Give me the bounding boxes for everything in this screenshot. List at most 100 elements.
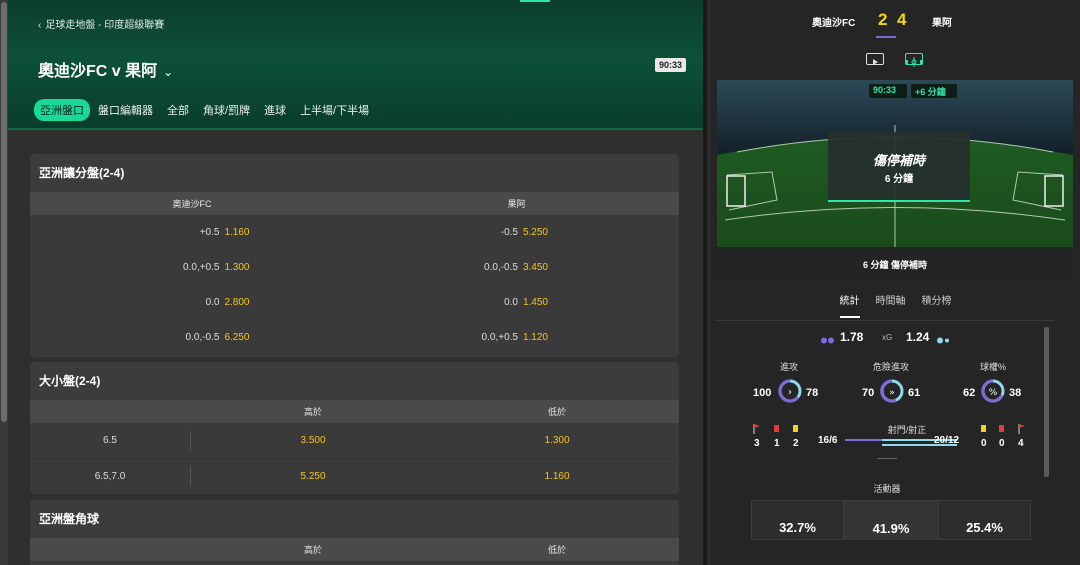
- corner-flag-icon: [753, 424, 760, 434]
- away-color-dots-icon: [937, 333, 951, 344]
- tab-asian-lines[interactable]: 亞洲盤口: [34, 99, 90, 121]
- match-tracker-panel: 奧迪沙FC 2 4 果阿 90:33 +6 分鐘 傷停補時 6 分鐘 6 分鐘 …: [703, 0, 1080, 565]
- breadcrumb-text: 足球走地盤 - 印度超級聯賽: [45, 20, 165, 31]
- xg-away: 1.24: [906, 330, 930, 344]
- column-under: 低於: [547, 407, 566, 417]
- market-asian-corners: 亞洲盤角球 高於 低於: [30, 500, 679, 565]
- yellow-card-icon: [981, 425, 986, 432]
- shots-home: 16/6: [818, 435, 838, 446]
- odds-over[interactable]: 5.250: [191, 471, 435, 482]
- home-team-name: 奧迪沙FC: [812, 18, 856, 29]
- market-column-headers: 高於 低於: [30, 538, 679, 561]
- left-scrollbar[interactable]: [0, 0, 8, 565]
- home-color-dots-icon: [821, 333, 835, 344]
- scoreboard: 奧迪沙FC 2 4 果阿: [707, 0, 1080, 40]
- handicap-line: 0.0,+0.5: [183, 262, 220, 273]
- tab-goals[interactable]: 進球: [258, 99, 292, 121]
- chevron-down-icon: ⌄: [163, 65, 174, 79]
- selection-home[interactable]: 0.0,-0.5 6.250: [30, 332, 355, 343]
- home-red-cards: 1: [774, 438, 780, 449]
- event-card-title: 傷停補時: [872, 153, 925, 168]
- table-row: +0.5 1.160 -0.5 5.250: [30, 215, 679, 250]
- red-card-icon: [774, 425, 779, 432]
- activity-away-zone: 25.4%: [938, 500, 1031, 540]
- odds-value: 1.160: [224, 227, 250, 238]
- activity-zones: 32.7% 41.9% 25.4%: [751, 500, 1031, 540]
- total-line: 6.5: [103, 435, 117, 446]
- table-row: 6.5 3.500 1.300: [30, 423, 679, 458]
- selection-home[interactable]: 0.0,+0.5 1.300: [30, 262, 355, 273]
- stats-tabs: 統計 時間軸 積分榜: [707, 292, 1080, 318]
- svg-text:›: ›: [788, 387, 792, 398]
- danger-away: 61: [908, 387, 921, 399]
- odds-value: 1.300: [224, 262, 250, 273]
- tab-timeline[interactable]: 時間軸: [876, 292, 906, 318]
- odds-over[interactable]: 3.500: [191, 435, 435, 446]
- home-score: 2: [878, 10, 888, 29]
- market-title[interactable]: 亞洲盤角球: [30, 500, 679, 538]
- handicap-line: 0.0,-0.5: [484, 262, 518, 273]
- top-accent-bar: [520, 0, 550, 2]
- handicap-line: 0.0,+0.5: [481, 332, 518, 343]
- red-card-icon: [999, 425, 1004, 432]
- breadcrumb[interactable]: ‹ 足球走地盤 - 印度超級聯賽: [38, 16, 164, 31]
- stats-divider: [714, 320, 1054, 321]
- tab-bet-builder[interactable]: 盤口編輯器: [92, 99, 159, 121]
- odds-value: 5.250: [522, 227, 548, 238]
- shots-away: 20/12: [934, 435, 960, 446]
- attacks-ring-chart: ›: [778, 379, 802, 403]
- odds-value: 6.250: [224, 332, 250, 343]
- handicap-line: +0.5: [199, 227, 220, 238]
- handicap-line: 0.0,-0.5: [185, 332, 220, 343]
- away-corners: 4: [1018, 438, 1024, 449]
- selection-home[interactable]: 0.0 2.800: [30, 297, 355, 308]
- left-scrollbar-thumb[interactable]: [1, 2, 7, 422]
- handicap-line: 0.0: [504, 297, 518, 308]
- market-column-headers: 奧迪沙FC 果阿: [30, 192, 679, 215]
- market-title[interactable]: 大小盤(2-4): [30, 362, 679, 400]
- tab-standings[interactable]: 積分榜: [922, 292, 952, 318]
- event-card-subtitle: 6 分鐘: [884, 174, 914, 185]
- table-row: 0.0,+0.5 1.300 0.0,-0.5 3.450: [30, 250, 679, 285]
- market-title[interactable]: 亞洲讓分盤(2-4): [30, 154, 679, 192]
- table-row: 6.5,7.0 5.250 1.160: [30, 458, 679, 493]
- odds-value: 2.800: [224, 297, 250, 308]
- activity-middle-zone: 41.9%: [844, 500, 938, 540]
- selection-home[interactable]: +0.5 1.160: [30, 227, 355, 238]
- tab-stats[interactable]: 統計: [839, 292, 860, 318]
- score-underline: [876, 36, 896, 38]
- home-yellow-cards: 2: [793, 438, 799, 449]
- away-score: 4: [897, 10, 907, 29]
- attacks-home: 100: [753, 387, 772, 399]
- odds-value: 1.120: [522, 332, 548, 343]
- danger-home: 70: [862, 387, 875, 399]
- attacks-label: 進攻: [779, 362, 798, 372]
- match-clock: 90:33: [655, 58, 687, 72]
- away-yellow-cards: 0: [981, 438, 987, 449]
- market-tabs: 亞洲盤口 盤口編輯器 全部 角球/罰牌 進球 上半場/下半場: [34, 99, 377, 121]
- selection-away[interactable]: 0.0,+0.5 1.120: [355, 332, 680, 343]
- chevron-left-icon: ‹: [38, 20, 42, 31]
- dangerous-attacks-label: 危險進攻: [872, 362, 909, 372]
- match-title-text: 奧迪沙FC v 果阿: [38, 63, 158, 80]
- tracker-scroll-track[interactable]: [707, 0, 711, 565]
- odds-under[interactable]: 1.300: [435, 435, 679, 446]
- xg-label: xG: [882, 333, 893, 342]
- table-row: 0.0,-0.5 6.250 0.0,+0.5 1.120: [30, 320, 679, 355]
- selection-away[interactable]: 0.0,-0.5 3.450: [355, 262, 680, 273]
- tab-halves[interactable]: 上半場/下半場: [294, 99, 375, 121]
- pitch-tracker-icon[interactable]: [905, 53, 923, 67]
- stats-scrollbar[interactable]: [1044, 327, 1049, 477]
- match-header: ‹ 足球走地盤 - 印度超級聯賽 奧迪沙FC v 果阿 ⌄ 90:33 亞洲盤口 盤…: [8, 0, 703, 130]
- selection-away[interactable]: 0.0 1.450: [355, 297, 680, 308]
- tab-all[interactable]: 全部: [161, 99, 195, 121]
- selection-away[interactable]: -0.5 5.250: [355, 227, 680, 238]
- video-play-icon[interactable]: [866, 53, 884, 65]
- home-corners: 3: [754, 438, 760, 449]
- tab-corners-cards[interactable]: 角球/罰牌: [197, 99, 256, 121]
- column-under: 低於: [547, 545, 566, 555]
- match-title[interactable]: 奧迪沙FC v 果阿 ⌄: [38, 57, 173, 81]
- odds-under[interactable]: 1.160: [435, 471, 679, 482]
- activity-home-zone: 32.7%: [751, 500, 844, 540]
- stats-separator: [877, 458, 897, 459]
